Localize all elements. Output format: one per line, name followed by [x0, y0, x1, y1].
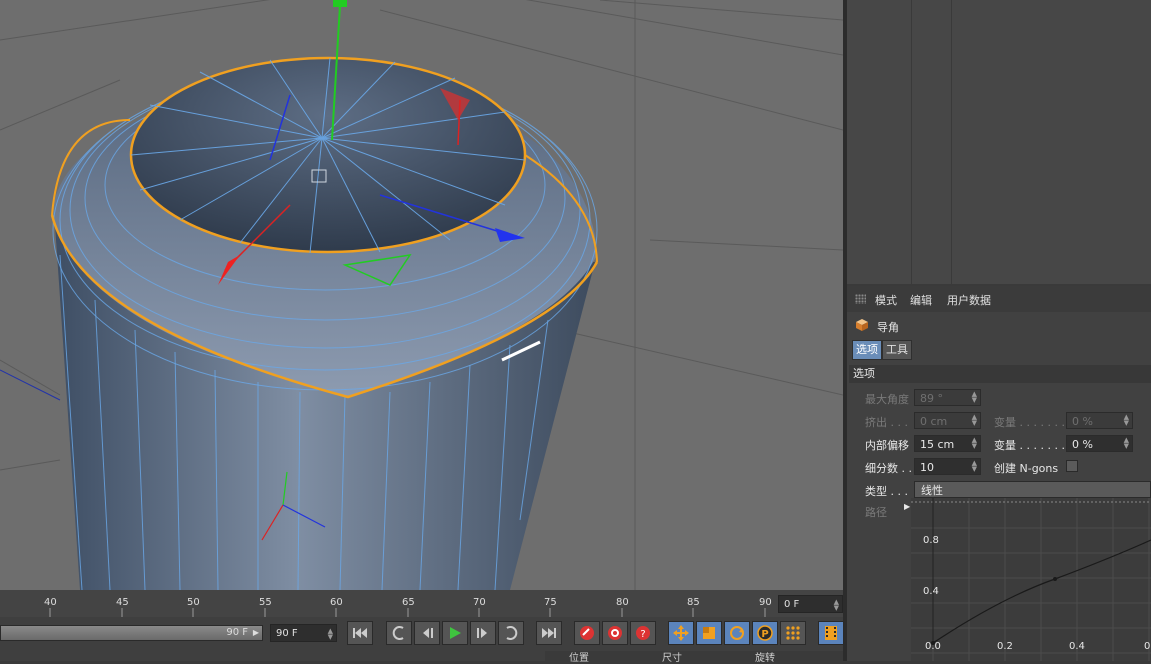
max-angle-label: 最大角度: [865, 393, 909, 406]
extrude-label: 挤出 . . .: [865, 416, 908, 429]
next-keyframe-button[interactable]: [498, 621, 524, 645]
prev-frame-button[interactable]: [414, 621, 440, 645]
prev-keyframe-icon: [392, 626, 404, 640]
prev-keyframe-button[interactable]: [386, 621, 412, 645]
next-frame-button[interactable]: [470, 621, 496, 645]
record-key-icon: [580, 626, 594, 640]
3d-viewport[interactable]: [0, 0, 843, 590]
y-tick-label: 0.4: [923, 586, 939, 597]
tab-tool[interactable]: 工具: [882, 340, 912, 360]
variance-label-2: 变量 . . . . . . .: [994, 439, 1065, 452]
extrude-field[interactable]: 0 cm ▲ ▼: [914, 412, 981, 429]
variance-field-2[interactable]: 0 % ▲ ▼: [1066, 435, 1133, 452]
auto-key-icon: [608, 626, 622, 640]
variance-label: 变量 . . . . . . .: [994, 416, 1065, 429]
timeline-tick: 90: [759, 597, 772, 608]
type-label: 类型 . . .: [865, 485, 908, 498]
object-manager-panel[interactable]: [847, 0, 1151, 284]
x-tick-label: 0.0: [925, 641, 941, 652]
go-to-start-icon: [353, 628, 367, 638]
slider-arrow-icon: ▶: [252, 628, 259, 637]
viewport-scene: [0, 0, 843, 590]
next-frame-icon: [477, 628, 487, 638]
go-to-end-icon: [542, 628, 556, 638]
timeline-tick: 50: [187, 597, 200, 608]
scale-tool-button[interactable]: [696, 621, 722, 645]
curve-plot: [911, 498, 1151, 661]
current-frame-field[interactable]: 0 F ▲ ▼: [778, 595, 843, 613]
inner-offset-field[interactable]: 15 cm ▲ ▼: [914, 435, 981, 452]
x-tick-label: 0.4: [1069, 641, 1085, 652]
tab-options[interactable]: 选项: [852, 340, 882, 360]
end-frame-field[interactable]: 90 F ▲ ▼: [270, 624, 337, 642]
variance-field[interactable]: 0 % ▲ ▼: [1066, 412, 1133, 429]
timeline-tick: 70: [473, 597, 486, 608]
object-name: 导角: [877, 321, 899, 334]
create-ngons-label: 创建 N-gons: [994, 462, 1059, 475]
parameter-icon: P: [757, 625, 773, 641]
question-icon: ?: [636, 626, 650, 640]
param-tool-button[interactable]: P: [752, 621, 778, 645]
move-icon: [673, 625, 689, 641]
menu-mode[interactable]: 模式: [875, 292, 897, 308]
column-divider: [911, 0, 912, 284]
type-dropdown[interactable]: 线性: [914, 481, 1151, 498]
path-label: 路径: [865, 506, 887, 519]
timeline-tick: 80: [616, 597, 629, 608]
film-strip-icon: [825, 626, 837, 640]
next-keyframe-icon: [506, 626, 518, 640]
expand-arrow-icon[interactable]: ▶: [904, 502, 910, 511]
panel-grip-icon[interactable]: [855, 294, 866, 304]
play-button[interactable]: [442, 621, 468, 645]
x-tick-label: 0.2: [997, 641, 1013, 652]
frame-range-slider[interactable]: 90 F ▶: [0, 625, 263, 641]
go-to-end-button[interactable]: [536, 621, 562, 645]
inner-offset-label: 内部偏移: [865, 439, 909, 452]
go-to-start-button[interactable]: [347, 621, 373, 645]
timeline-tick: 60: [330, 597, 343, 608]
column-divider: [951, 0, 952, 284]
rotate-tool-button[interactable]: [724, 621, 750, 645]
coordinates-header: 位置 尺寸 旋转: [545, 651, 843, 664]
path-curve-graph[interactable]: 0.8 0.4 0.0 0.2 0.4 0: [911, 498, 1151, 661]
coord-rotation-label: 旋转: [755, 653, 775, 664]
timeline-tick: 85: [687, 597, 700, 608]
auto-key-button[interactable]: [602, 621, 628, 645]
coord-size-label: 尺寸: [662, 653, 682, 664]
bevel-tool-icon: [856, 319, 868, 331]
attribute-manager: 模式 编辑 用户数据 导角 选项 工具 选项 最大角度 89 ° ▲ ▼ 挤出 . …: [847, 286, 1151, 661]
prev-frame-icon: [423, 628, 433, 638]
play-icon: [450, 627, 461, 639]
timeline-ruler[interactable]: 40 45 50 55 60 65 70 75 80 85 90 0 F ▲ ▼: [0, 590, 843, 617]
max-angle-field[interactable]: 89 ° ▲ ▼: [914, 389, 981, 406]
coord-position-label: 位置: [569, 653, 589, 664]
subdivision-label: 细分数 . .: [865, 462, 912, 475]
key-help-button[interactable]: ?: [630, 621, 656, 645]
attribute-menu-bar: 模式 编辑 用户数据: [847, 286, 1151, 312]
point-mode-button[interactable]: [780, 621, 806, 645]
timeline-window-button[interactable]: [818, 621, 844, 645]
timeline-tick: 55: [259, 597, 272, 608]
svg-text:?: ?: [640, 629, 645, 640]
scale-icon: [703, 627, 715, 639]
svg-text:P: P: [761, 629, 768, 640]
subdivision-field[interactable]: 10 ▲ ▼: [914, 458, 981, 475]
create-ngons-checkbox[interactable]: [1066, 460, 1078, 472]
dots-grid-icon: [786, 626, 800, 640]
timeline-tick: 40: [44, 597, 57, 608]
timeline-tick: 75: [544, 597, 557, 608]
move-tool-button[interactable]: [668, 621, 694, 645]
record-keys-button[interactable]: [574, 621, 600, 645]
x-tick-label: 0: [1144, 641, 1151, 652]
timeline-tick: 65: [402, 597, 415, 608]
rotate-icon: [730, 626, 744, 640]
menu-user-data[interactable]: 用户数据: [947, 292, 991, 308]
section-options-header: 选项: [849, 365, 1151, 383]
menu-edit[interactable]: 编辑: [910, 292, 932, 308]
y-tick-label: 0.8: [923, 535, 939, 546]
timeline-tick: 45: [116, 597, 129, 608]
top-cap: [129, 56, 527, 254]
